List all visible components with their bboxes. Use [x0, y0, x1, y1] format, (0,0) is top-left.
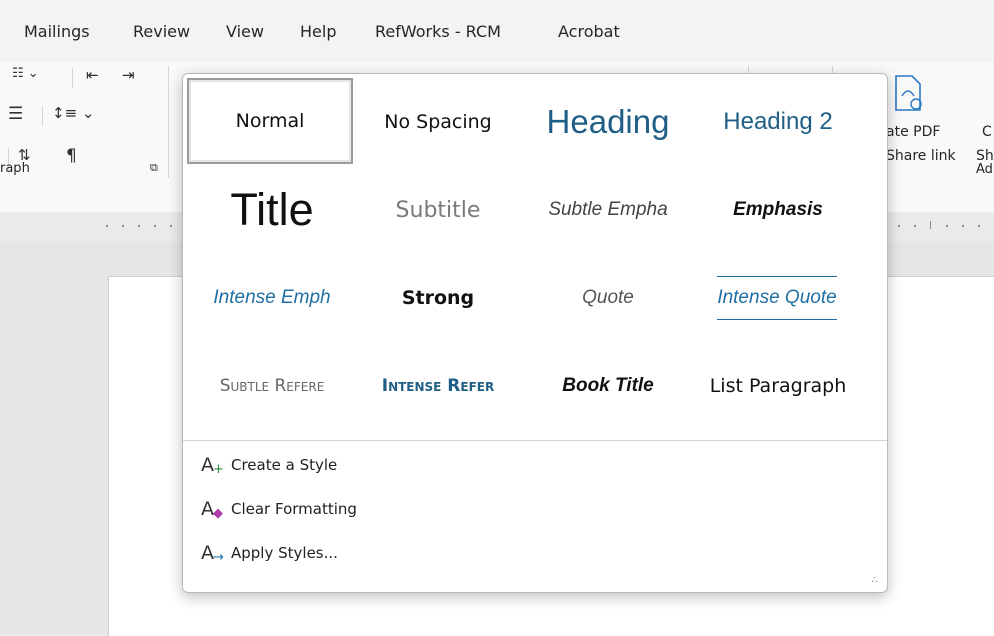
style-label: List Paragraph	[709, 375, 847, 397]
style-label: Subtle Refere	[219, 376, 325, 396]
show-formatting-icon[interactable]: ¶	[66, 146, 77, 166]
ribbon-separator	[42, 106, 43, 126]
ruler-tick	[154, 225, 156, 227]
ruler-tick	[962, 225, 964, 227]
style-strong[interactable]: Strong	[353, 254, 523, 342]
style-heading[interactable]: Heading	[523, 78, 693, 166]
line-spacing-icon[interactable]: ↕≡ ⌄	[52, 104, 94, 122]
ruler-tick	[914, 225, 916, 227]
style-quote[interactable]: Quote	[523, 254, 693, 342]
decrease-indent-icon[interactable]: ⇤	[86, 66, 99, 84]
clear-formatting-icon: A ◆	[201, 498, 223, 521]
style-heading-2[interactable]: Heading 2	[693, 78, 863, 166]
style-label: Quote	[582, 287, 634, 308]
tab-mailings[interactable]: Mailings	[24, 22, 90, 41]
ruler-tick	[138, 225, 140, 227]
style-label: Heading 2	[723, 108, 833, 135]
create-style-button[interactable]: A + Create a Style	[201, 450, 337, 480]
style-label: Normal	[235, 110, 305, 132]
create-style-icon: A +	[201, 454, 224, 477]
menu-bar: Mailings Review View Help RefWorks - RCM…	[0, 0, 994, 62]
style-intense-reference[interactable]: Intense Refer	[353, 342, 523, 430]
ruler-tick	[898, 225, 900, 227]
create-style-label: Create a Style	[231, 456, 338, 474]
ribbon-separator	[72, 68, 73, 88]
share-label-1[interactable]: C	[982, 124, 992, 140]
style-subtitle[interactable]: Subtitle	[353, 166, 523, 254]
style-book-title[interactable]: Book Title	[523, 342, 693, 430]
tab-view[interactable]: View	[226, 22, 264, 41]
style-intense-quote[interactable]: Intense Quote	[697, 254, 857, 342]
style-list-paragraph[interactable]: List Paragraph	[693, 342, 863, 430]
style-label: Intense Emph	[213, 287, 331, 308]
ruler-tick	[946, 225, 948, 227]
paragraph-group-label: raph	[0, 161, 30, 176]
style-label: Emphasis	[733, 199, 823, 220]
create-pdf-share-link-icon[interactable]	[890, 74, 926, 114]
apply-styles-label: Apply Styles...	[231, 544, 338, 562]
tab-help[interactable]: Help	[300, 22, 336, 41]
align-justify-icon[interactable]: ☰	[8, 104, 23, 124]
style-subtle-reference[interactable]: Subtle Refere	[187, 342, 357, 430]
gallery-divider	[183, 440, 887, 441]
style-label: Intense Quote	[717, 276, 837, 320]
style-subtle-emphasis[interactable]: Subtle Empha	[523, 166, 693, 254]
style-label: No Spacing	[384, 111, 492, 133]
style-label: Subtitle	[395, 197, 481, 223]
ruler-tick	[170, 225, 172, 227]
increase-indent-icon[interactable]: ⇥	[122, 66, 135, 84]
ruler-tick	[930, 221, 931, 229]
ribbon-separator	[168, 66, 169, 178]
style-label: Intense Refer	[381, 376, 495, 396]
multilevel-list-icon[interactable]: ☷ ⌄	[12, 66, 39, 81]
style-normal[interactable]: Normal	[187, 78, 353, 164]
resize-grip-icon[interactable]: ∴	[872, 575, 879, 586]
style-label: Subtle Empha	[548, 199, 668, 220]
adobe-group-label: Ad	[976, 162, 993, 177]
clear-formatting-button[interactable]: A ◆ Clear Formatting	[201, 494, 357, 524]
tab-review[interactable]: Review	[133, 22, 190, 41]
tab-refworks[interactable]: RefWorks - RCM	[375, 22, 501, 41]
styles-gallery: Normal No Spacing Heading Heading 2 Titl…	[182, 73, 888, 593]
style-label: Strong	[401, 287, 475, 309]
style-label: Title	[230, 184, 314, 235]
style-emphasis[interactable]: Emphasis	[693, 166, 863, 254]
style-no-spacing[interactable]: No Spacing	[353, 78, 523, 166]
share-link-label[interactable]: Share link	[886, 148, 956, 164]
style-intense-emphasis[interactable]: Intense Emph	[187, 254, 357, 342]
style-label: Heading	[546, 103, 670, 140]
apply-styles-button[interactable]: A → Apply Styles...	[201, 538, 338, 568]
tab-acrobat[interactable]: Acrobat	[558, 22, 620, 41]
dialog-launcher-icon[interactable]: ⧉	[150, 161, 158, 175]
style-title[interactable]: Title	[187, 166, 357, 254]
apply-styles-icon: A →	[201, 542, 224, 565]
create-pdf-label[interactable]: ate PDF	[886, 124, 940, 140]
ruler-tick	[122, 225, 124, 227]
clear-formatting-label: Clear Formatting	[231, 500, 357, 518]
ruler-tick	[978, 225, 980, 227]
ruler-tick	[106, 225, 108, 227]
style-label: Book Title	[562, 375, 654, 396]
